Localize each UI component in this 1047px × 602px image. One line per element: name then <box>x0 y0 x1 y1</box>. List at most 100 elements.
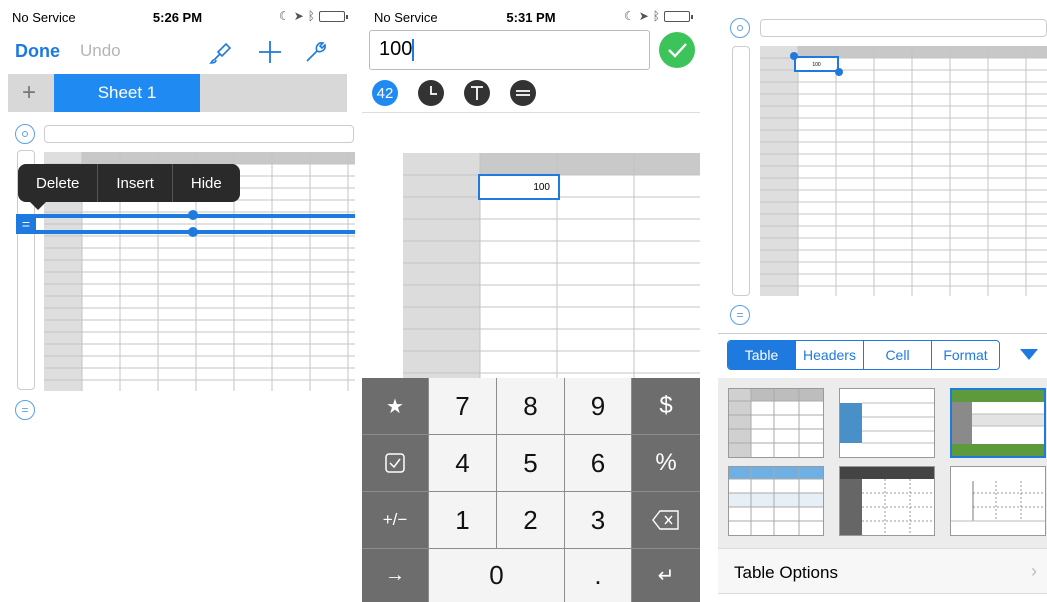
key-next[interactable]: → <box>362 549 428 602</box>
backspace-icon <box>652 510 679 530</box>
context-menu: Delete Insert Hide <box>18 164 240 210</box>
checkbox-key[interactable] <box>362 435 428 491</box>
status-bar: No Service 5:26 PM ☾ ➤ ᛒ <box>0 0 355 34</box>
selected-cell[interactable]: 100 <box>478 174 560 200</box>
backspace-key[interactable] <box>632 492 700 548</box>
key-7[interactable]: 7 <box>429 378 496 434</box>
table-style-dark[interactable] <box>839 466 935 536</box>
key-0[interactable]: 0 <box>429 549 564 602</box>
row-bar[interactable] <box>732 46 750 296</box>
column-bar[interactable] <box>44 125 354 143</box>
grid-lines <box>760 46 1047 296</box>
key-decimal[interactable]: . <box>565 549 631 602</box>
table-style-gray[interactable] <box>728 388 824 458</box>
table-style-preview <box>952 390 1044 456</box>
number-format-button[interactable]: 42 <box>372 80 398 106</box>
table-options-row[interactable]: Table Options › <box>718 548 1047 594</box>
confirm-button[interactable] <box>659 32 695 68</box>
key-2[interactable]: 2 <box>497 492 564 548</box>
moon-icon: ☾ <box>623 9 635 23</box>
chevron-right-icon: › <box>1031 561 1037 581</box>
key-star[interactable]: ★ <box>362 378 428 434</box>
row-handle[interactable]: = <box>16 214 36 234</box>
battery-icon <box>664 10 693 22</box>
divider <box>718 333 1047 334</box>
tab-table[interactable]: Table <box>728 341 796 369</box>
undo-button[interactable]: Undo <box>80 41 121 61</box>
format-tab-bar: Table Headers Cell Format <box>727 340 1000 370</box>
formula-format-button[interactable] <box>510 80 536 106</box>
text-icon <box>471 86 483 100</box>
spreadsheet-panel-number-entry: No Service 5:31 PM ☾ ➤ ᛒ 100 42 100 ★ 7 … <box>362 0 700 602</box>
selection-handle-bottom[interactable] <box>188 227 198 237</box>
numeric-keypad: ★ 7 8 9 $ 4 5 6 % +/− 1 2 3 → 0 . ↵ <box>362 378 700 602</box>
selection-handle-top[interactable] <box>188 210 198 220</box>
status-icons: ☾ ➤ ᛒ <box>278 9 348 23</box>
table-handle-top[interactable] <box>15 124 35 144</box>
key-enter[interactable]: ↵ <box>632 549 700 602</box>
key-plus-minus[interactable]: +/− <box>362 492 428 548</box>
table-handle-top[interactable] <box>730 18 750 38</box>
key-dollar[interactable]: $ <box>632 378 700 434</box>
table-style-preview <box>951 481 1045 522</box>
key-6[interactable]: 6 <box>565 435 631 491</box>
tab-cell[interactable]: Cell <box>864 341 932 369</box>
text-format-button[interactable] <box>464 80 490 106</box>
cell-value-input[interactable]: 100 <box>369 30 650 70</box>
top-toolbar: Done Undo <box>0 34 355 70</box>
sheet-tab-bar: + Sheet 1 <box>8 74 347 112</box>
divider <box>362 112 700 113</box>
spreadsheet-grid[interactable] <box>760 46 1047 296</box>
text-cursor <box>412 38 415 61</box>
table-style-preview <box>729 389 823 457</box>
selection-handle-bottom[interactable] <box>835 68 843 76</box>
spreadsheet-panel-table-styles: 100 = Table Headers Cell Format Table Op… <box>718 0 1047 602</box>
tab-headers[interactable]: Headers <box>796 341 864 369</box>
table-style-blue-header-column[interactable] <box>839 388 935 458</box>
equals-icon <box>516 90 530 96</box>
delete-menu-item[interactable]: Delete <box>18 164 99 202</box>
clock-icon <box>430 86 437 95</box>
datetime-format-button[interactable] <box>418 80 444 106</box>
insert-menu-item[interactable]: Insert <box>98 164 173 202</box>
table-style-picker <box>718 378 1047 548</box>
selected-cell[interactable]: 100 <box>794 56 839 72</box>
cell-value-text: 100 <box>379 38 413 60</box>
tab-sheet-1[interactable]: Sheet 1 <box>54 74 200 112</box>
table-style-light-blue[interactable] <box>728 466 824 536</box>
location-icon: ➤ <box>638 9 649 23</box>
add-row-handle[interactable]: = <box>730 305 750 325</box>
table-style-preview <box>840 402 934 444</box>
key-9[interactable]: 9 <box>565 378 631 434</box>
hide-menu-item[interactable]: Hide <box>173 164 240 202</box>
checkbox-icon <box>385 453 405 473</box>
location-icon: ➤ <box>293 9 304 23</box>
key-8[interactable]: 8 <box>497 378 564 434</box>
key-4[interactable]: 4 <box>429 435 496 491</box>
key-5[interactable]: 5 <box>497 435 564 491</box>
moon-icon: ☾ <box>278 9 290 23</box>
add-icon[interactable] <box>256 38 284 66</box>
add-sheet-button[interactable]: + <box>22 79 36 107</box>
key-percent[interactable]: % <box>632 435 700 491</box>
table-style-plain[interactable] <box>950 466 1046 536</box>
selection-handle-top[interactable] <box>790 52 798 60</box>
done-button[interactable]: Done <box>15 41 60 62</box>
table-options-label: Table Options <box>734 563 838 582</box>
bluetooth-icon: ᛒ <box>307 9 315 23</box>
status-icons: ☾ ➤ ᛒ <box>623 9 693 23</box>
key-3[interactable]: 3 <box>565 492 631 548</box>
column-bar[interactable] <box>760 19 1047 37</box>
battery-icon <box>319 10 348 22</box>
key-1[interactable]: 1 <box>429 492 496 548</box>
table-style-green[interactable] <box>950 388 1046 458</box>
add-row-handle[interactable]: = <box>15 400 35 420</box>
spreadsheet-panel-edit-rows: No Service 5:26 PM ☾ ➤ ᛒ Done Undo + She… <box>0 0 355 602</box>
wrench-icon[interactable] <box>302 38 330 66</box>
status-bar: No Service 5:31 PM ☾ ➤ ᛒ <box>362 0 700 34</box>
table-style-preview <box>729 467 823 535</box>
collapse-triangle-icon[interactable] <box>1018 346 1040 362</box>
tab-format[interactable]: Format <box>932 341 999 369</box>
paintbrush-icon[interactable] <box>208 38 236 66</box>
table-style-preview <box>840 467 934 535</box>
